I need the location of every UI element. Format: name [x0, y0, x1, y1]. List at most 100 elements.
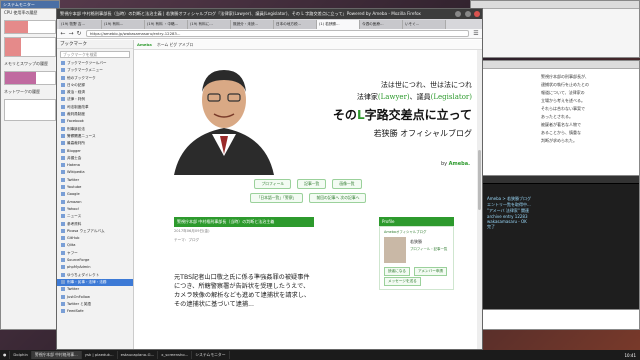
system-monitor-titlebar[interactable]: システムモニター [1, 1, 59, 9]
terminal-window[interactable]: Ameba > 若狭勝ブログ エントリ一覧を取得中... "アメーバ 法律家" 関連… [470, 175, 640, 310]
post-title[interactable]: 警視庁本部 中村格刑事部長（当時）の判断と法治主義 [174, 217, 314, 227]
page-scrollbar[interactable] [477, 50, 482, 349]
profile-name[interactable]: 若狭勝 [410, 239, 422, 245]
bookmark-item[interactable]: Facebook [57, 118, 133, 125]
browser-tab[interactable]: (1) 若狭勝… [317, 20, 360, 29]
window-titlebar[interactable] [479, 61, 639, 69]
bookmark-item[interactable]: 刑事・民事・法律・法務 [57, 278, 133, 287]
taskbar-task[interactable]: システムモニター [192, 351, 230, 359]
taskbar-task[interactable]: 警視庁本部 中村格刑事... [31, 351, 82, 359]
background-window-top-right[interactable] [470, 0, 640, 58]
amember-request-button[interactable]: アメンバー申請 [414, 267, 447, 276]
taskbar-task[interactable]: ysk | plaeduk... [82, 351, 118, 359]
bookmark-folder-icon [61, 148, 65, 153]
bookmark-item[interactable]: 刑事訴訟法 [57, 126, 133, 133]
blog-submenu-button[interactable]: 「日本語一覧」「警察」 [249, 193, 304, 203]
bookmark-label: 弁護士会 [67, 155, 82, 160]
post-theme[interactable]: テーマ：ブログ [174, 236, 314, 245]
post-date: 2017年06月09日(金) [174, 229, 210, 233]
blog-menu-button[interactable]: 記事一覧 [297, 179, 327, 189]
close-icon[interactable] [474, 11, 480, 17]
bookmark-item[interactable]: Twitter [57, 177, 133, 184]
bookmark-folder-icon [61, 68, 65, 73]
bookmark-item[interactable]: Yahoo! [57, 206, 133, 213]
bookmark-item[interactable]: JustOnFollow [57, 294, 133, 301]
bookmark-item[interactable]: Wikipedia [57, 169, 133, 176]
browser-tab[interactable]: 今週の医療… [360, 20, 403, 29]
bookmark-item[interactable]: Twitter [57, 286, 133, 293]
bookmark-item[interactable]: 政治・経済 [57, 89, 133, 96]
back-icon[interactable]: ← [59, 30, 67, 38]
bookmark-item[interactable]: Youtube [57, 184, 133, 191]
bookmark-item[interactable]: Qiita [57, 242, 133, 249]
maximize-icon[interactable] [464, 11, 471, 17]
bookmark-folder-icon [61, 301, 65, 306]
send-message-button[interactable]: メッセージを送る [384, 277, 421, 286]
bookmark-item[interactable]: FeedSafe [57, 308, 133, 315]
bookmark-item[interactable]: Hatena [57, 162, 133, 169]
bookmark-item[interactable]: Google [57, 191, 133, 198]
url-bar[interactable]: https://ameblo.jp/wakasamasaru/entry-122… [86, 30, 469, 37]
app-launcher-icon[interactable]: ● [0, 351, 11, 359]
bookmark-item[interactable]: phpMyAdmin [57, 264, 133, 271]
system-monitor-window[interactable]: システムモニター CPU 使用率の履歴 メモリとスワップの履歴 ネットワークの履… [0, 0, 60, 330]
bookmark-item[interactable]: GitHub [57, 235, 133, 242]
browser-tab[interactable]: 日本の地方税… [274, 20, 317, 29]
bookmark-item[interactable]: 他のブックマーク [57, 75, 133, 82]
blog-menu: プロフィール 記事一覧 画像一覧 [134, 179, 482, 189]
scrollbar-thumb[interactable] [478, 150, 481, 210]
profile-avatar[interactable] [384, 237, 406, 263]
bookmark-item[interactable]: 日々の記録 [57, 82, 133, 89]
bookmark-item[interactable]: 弁護士会 [57, 155, 133, 162]
bookmark-item[interactable]: ヤフー [57, 250, 133, 257]
bookmark-label: 司法制度改革 [67, 104, 89, 109]
forward-icon[interactable]: → [67, 30, 75, 38]
bookmark-item[interactable]: 裁判員制度 [57, 111, 133, 118]
sidebar-title[interactable]: ブックマーク [57, 40, 133, 49]
ameba-logo[interactable]: Ameba [137, 42, 152, 47]
bookmark-item[interactable]: ニュース [57, 213, 133, 220]
bookmark-item[interactable]: Picasa ウェブアルバム [57, 228, 133, 235]
bookmark-item[interactable]: 参考資料 [57, 221, 133, 228]
reload-icon[interactable]: ↻ [75, 30, 83, 38]
browser-tab[interactable]: (19) 有料… [102, 20, 145, 29]
browser-tab[interactable]: 既読分・未読… [231, 20, 274, 29]
bookmark-item[interactable]: Twitter と英語 [57, 301, 133, 308]
reader-button[interactable]: 読者になる [384, 267, 410, 276]
taskbar-task[interactable]: estaucaplano-G... [118, 351, 159, 359]
ameba-header-bar: Ameba ホーム ピグ アメブロ [134, 40, 482, 50]
profile-link[interactable]: プロフィール・記事一覧 [410, 246, 447, 251]
bookmark-item[interactable]: 法律・判例 [57, 96, 133, 103]
bookmark-item[interactable]: Blogger [57, 148, 133, 155]
browser-tab[interactable]: (19) 有料 ・中略… [145, 20, 188, 29]
bookmark-item[interactable]: 最高裁判所 [57, 140, 133, 147]
bookmark-search-input[interactable]: ブックマークを検索 [60, 51, 130, 58]
blog-submenu-button[interactable]: 前回の記事へ 次の記事へ [309, 193, 367, 203]
blog-menu-button[interactable]: 画像一覧 [332, 179, 362, 189]
bookmark-item[interactable]: SourceForge [57, 257, 133, 264]
bookmark-item[interactable]: ブックマークツールバー [57, 60, 133, 67]
menu-icon[interactable]: ☰ [472, 30, 480, 38]
bookmark-item[interactable]: 司法制度改革 [57, 104, 133, 111]
bookmark-item[interactable]: Amazon [57, 199, 133, 206]
bookmark-label: 日々の記録 [67, 82, 85, 87]
bookmark-label: Twitter [67, 287, 80, 292]
bookmark-label: Wikipedia [67, 170, 85, 175]
bookmark-item[interactable]: ゆうちょダイレクト [57, 272, 133, 279]
taskbar-task[interactable]: x_screensho... [158, 351, 193, 359]
browser-tab[interactable]: (19) 有料に… [188, 20, 231, 29]
terminal-titlebar[interactable] [471, 176, 639, 184]
clock[interactable]: 10:41 [624, 353, 640, 358]
bookmark-item[interactable]: ブックマークメニュー [57, 67, 133, 74]
bookmark-item[interactable]: 警察関連ニュース [57, 133, 133, 140]
browser-tab[interactable]: いそぐ… [403, 20, 446, 29]
browser-tab[interactable]: (19) 牧野 吉… [59, 20, 102, 29]
window-titlebar[interactable] [471, 1, 639, 9]
firefox-window[interactable]: 警視庁本部 中村格刑事部長（当時）の判断と法治主義 | 若狭勝オフィシャルブログ… [56, 8, 483, 350]
blog-menu-button[interactable]: プロフィール [254, 179, 292, 189]
firefox-titlebar[interactable]: 警視庁本部 中村格刑事部長（当時）の判断と法治主義 | 若狭勝オフィシャルブログ… [57, 9, 482, 19]
bookmark-label: SourceForge [67, 258, 90, 263]
minimize-icon[interactable] [455, 11, 462, 17]
ameba-top-links[interactable]: ホーム ピグ アメブロ [157, 42, 193, 47]
taskbar-task[interactable]: Dolphin [10, 351, 32, 359]
